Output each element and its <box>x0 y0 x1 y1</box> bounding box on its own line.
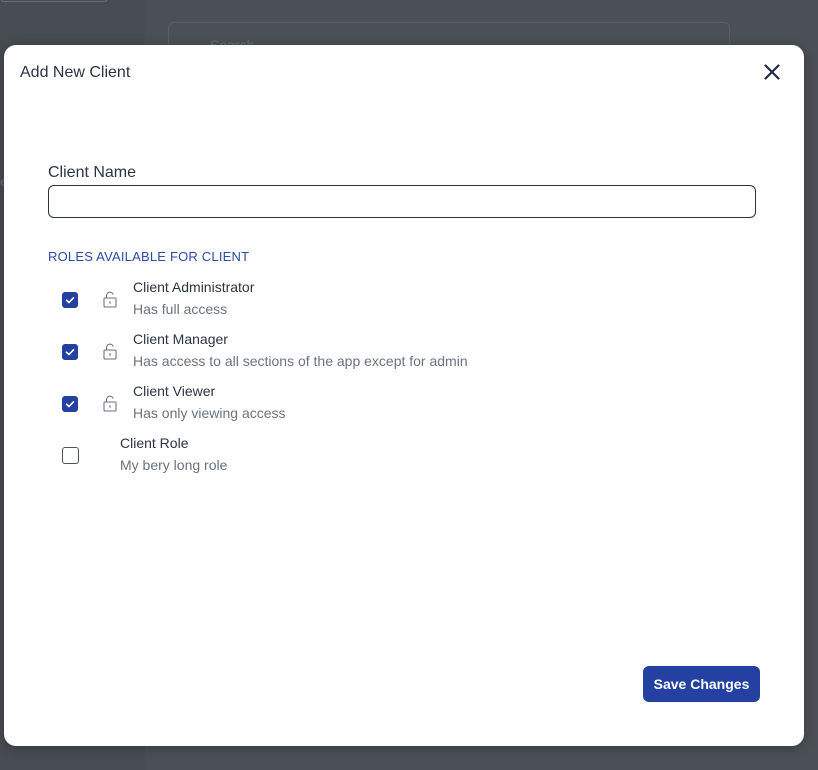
close-button[interactable] <box>760 60 784 84</box>
client-name-input[interactable] <box>48 185 756 218</box>
role-checkbox[interactable] <box>62 396 78 412</box>
role-checkbox[interactable] <box>62 292 78 308</box>
add-client-modal: Add New Client Client Name ROLES AVAILAB… <box>4 45 804 746</box>
save-changes-button[interactable]: Save Changes <box>643 666 760 702</box>
role-name: Client Administrator <box>133 279 255 295</box>
role-item-client-viewer: Client Viewer Has only viewing access <box>48 383 748 436</box>
background-box <box>0 0 108 2</box>
modal-title: Add New Client <box>20 64 131 81</box>
role-name: Client Manager <box>133 331 228 347</box>
role-item-client-role: Client Role My bery long role <box>48 435 748 488</box>
role-description: My bery long role <box>120 457 228 473</box>
role-description: Has access to all sections of the app ex… <box>133 353 468 369</box>
close-icon <box>764 64 780 80</box>
role-name: Client Viewer <box>133 383 216 399</box>
roles-heading: ROLES AVAILABLE FOR CLIENT <box>48 249 250 264</box>
role-description: Has full access <box>133 301 228 317</box>
role-checkbox[interactable] <box>62 447 79 464</box>
checkmark-icon <box>65 401 75 408</box>
role-item-client-manager: Client Manager Has access to all section… <box>48 331 748 384</box>
role-item-client-administrator: Client Administrator Has full access <box>48 279 748 332</box>
lock-icon <box>103 395 117 412</box>
role-name: Client Role <box>120 435 189 451</box>
client-name-label: Client Name <box>48 164 137 181</box>
checkmark-icon <box>65 297 75 304</box>
role-checkbox[interactable] <box>62 344 78 360</box>
lock-icon <box>103 291 117 308</box>
role-description: Has only viewing access <box>133 405 286 421</box>
checkmark-icon <box>65 349 75 356</box>
lock-icon <box>103 343 117 360</box>
